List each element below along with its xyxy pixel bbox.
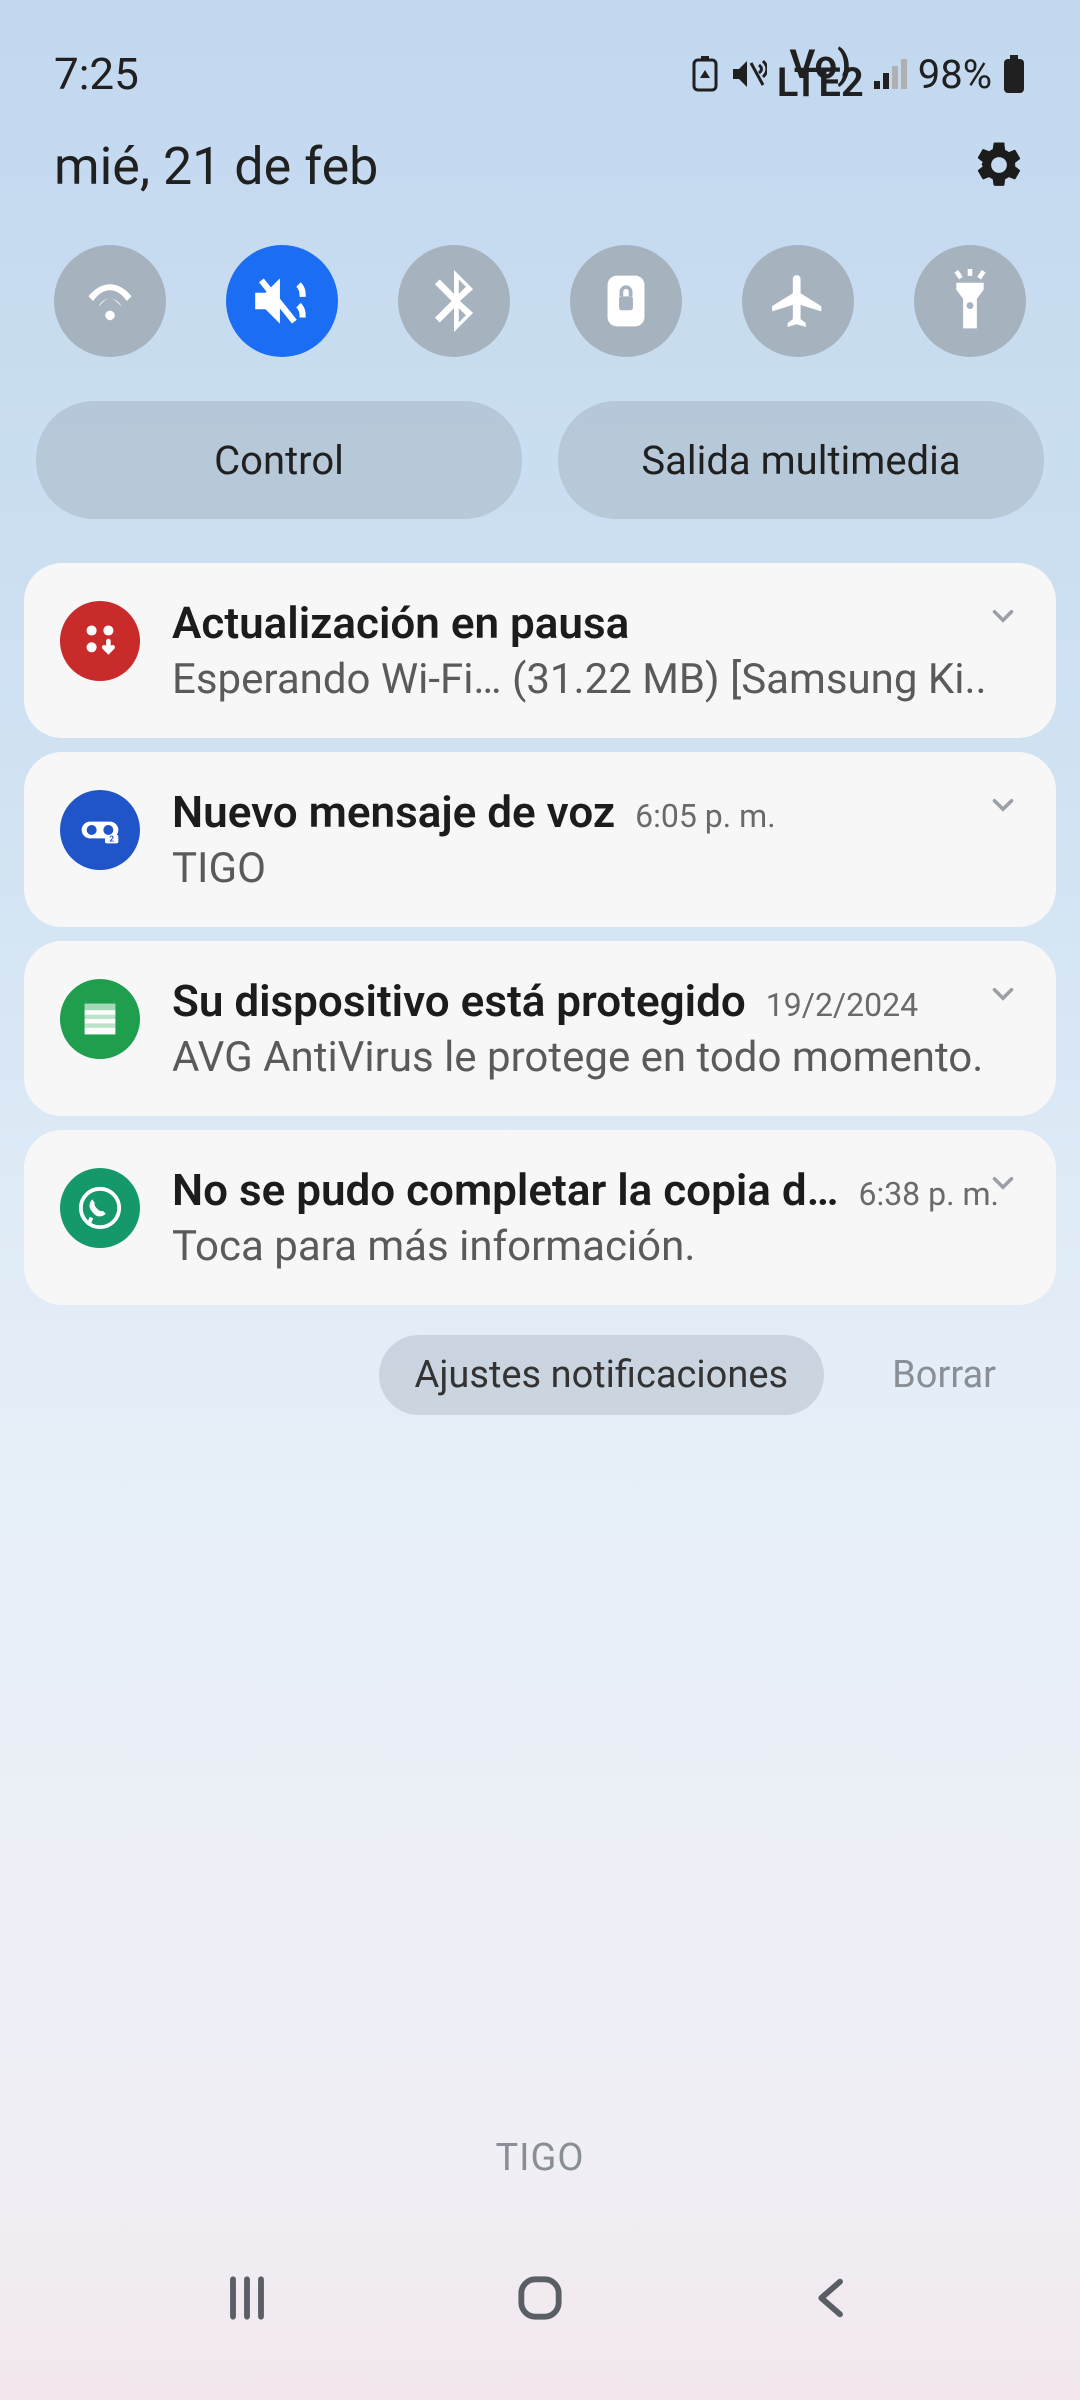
notification-list: Actualización en pausa Esperando Wi-Fi… … — [0, 563, 1080, 1305]
back-icon — [805, 2270, 861, 2326]
chevron-down-icon[interactable] — [986, 788, 1020, 822]
notification-update[interactable]: Actualización en pausa Esperando Wi-Fi… … — [24, 563, 1056, 738]
volte-icon: Vo)LTE2 — [777, 56, 864, 92]
notification-subtitle: Esperando Wi-Fi… (31.22 MB) [Samsung Ki.… — [172, 655, 1020, 704]
svg-text:2: 2 — [109, 835, 114, 845]
update-icon — [60, 601, 140, 681]
status-bar: 7:25 Vo)LTE2 98% — [0, 0, 1080, 118]
bluetooth-icon — [434, 270, 474, 332]
notification-settings-button[interactable]: Ajustes notificaciones — [379, 1335, 825, 1415]
recents-icon — [219, 2270, 275, 2326]
notification-subtitle: Toca para más información. — [172, 1222, 1020, 1271]
avg-icon — [60, 979, 140, 1059]
notification-title: Nuevo mensaje de voz — [172, 786, 615, 838]
toggle-flashlight[interactable] — [914, 245, 1026, 357]
notification-time: 6:38 p. m. — [858, 1175, 998, 1213]
status-time: 7:25 — [54, 48, 139, 100]
pill-row: Control Salida multimedia — [0, 387, 1080, 563]
notification-avg[interactable]: Su dispositivo está protegido 19/2/2024 … — [24, 941, 1056, 1116]
date-label[interactable]: mié, 21 de feb — [54, 136, 378, 197]
recents-button[interactable] — [219, 2270, 275, 2330]
chevron-down-icon[interactable] — [986, 599, 1020, 633]
flashlight-icon — [948, 269, 992, 333]
wifi-icon — [80, 277, 140, 325]
notification-footer: Ajustes notificaciones Borrar — [0, 1319, 1080, 1415]
gear-icon — [972, 138, 1026, 192]
notification-whatsapp[interactable]: No se pudo completar la copia d… 6:38 p.… — [24, 1130, 1056, 1305]
toggle-airplane[interactable] — [742, 245, 854, 357]
lock-portrait-icon — [602, 271, 650, 331]
notification-time: 19/2/2024 — [766, 986, 918, 1024]
battery-saver-icon — [691, 56, 719, 92]
date-row: mié, 21 de feb — [0, 118, 1080, 227]
chevron-down-icon[interactable] — [986, 977, 1020, 1011]
battery-icon — [1002, 55, 1026, 93]
back-button[interactable] — [805, 2270, 861, 2330]
mute-icon — [729, 57, 767, 91]
chevron-down-icon[interactable] — [986, 1166, 1020, 1200]
home-button[interactable] — [512, 2270, 568, 2330]
toggle-bluetooth[interactable] — [398, 245, 510, 357]
airplane-icon — [767, 270, 829, 332]
status-icons: Vo)LTE2 98% — [691, 51, 1026, 98]
notification-time: 6:05 p. m. — [635, 797, 775, 835]
mute-vibrate-icon — [249, 272, 315, 330]
notification-subtitle: TIGO — [172, 844, 1020, 893]
voicemail-icon: 2 — [60, 790, 140, 870]
notification-subtitle: AVG AntiVirus le protege en todo momento… — [172, 1033, 1020, 1082]
toggle-wifi[interactable] — [54, 245, 166, 357]
notification-voicemail[interactable]: 2 Nuevo mensaje de voz 6:05 p. m. TIGO — [24, 752, 1056, 927]
notification-title: Actualización en pausa — [172, 597, 629, 649]
notification-title: No se pudo completar la copia d… — [172, 1164, 838, 1216]
toggle-mute[interactable] — [226, 245, 338, 357]
media-output-button[interactable]: Salida multimedia — [558, 401, 1044, 519]
carrier-label: TIGO — [0, 2136, 1080, 2180]
navigation-bar — [0, 2230, 1080, 2400]
clear-all-button[interactable]: Borrar — [856, 1335, 1032, 1415]
settings-button[interactable] — [972, 138, 1026, 196]
battery-percent: 98% — [918, 51, 992, 98]
quick-toggles — [0, 227, 1080, 387]
toggle-rotation-lock[interactable] — [570, 245, 682, 357]
whatsapp-icon — [60, 1168, 140, 1248]
notification-title: Su dispositivo está protegido — [172, 975, 746, 1027]
device-control-button[interactable]: Control — [36, 401, 522, 519]
home-icon — [512, 2270, 568, 2326]
signal-icon — [874, 59, 908, 89]
